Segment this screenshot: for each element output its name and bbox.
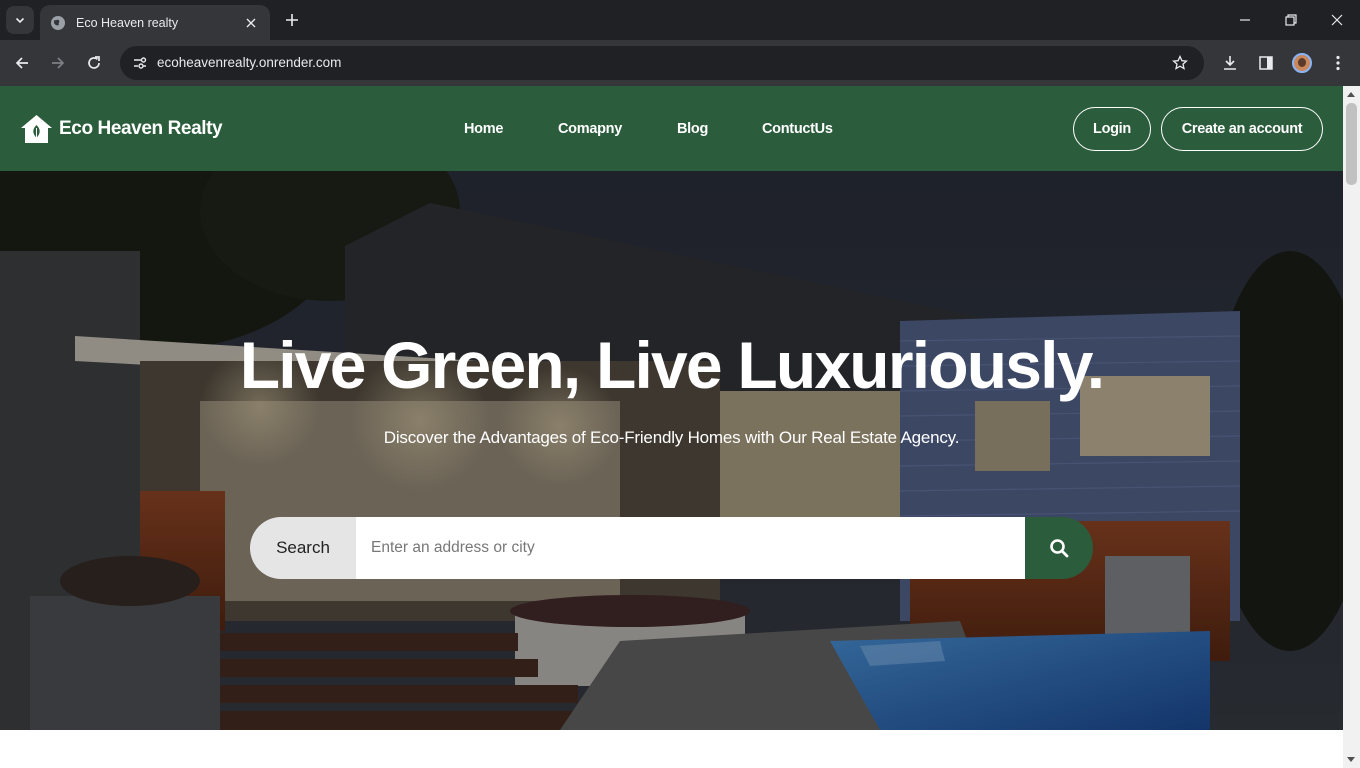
hero-section: Live Green, Live Luxuriously. Discover t… — [0, 171, 1343, 730]
create-account-button[interactable]: Create an account — [1161, 107, 1323, 151]
profile-button[interactable] — [1288, 49, 1316, 77]
minimize-icon — [1240, 19, 1250, 21]
reload-button[interactable] — [80, 49, 108, 77]
page-viewport: Eco Heaven Realty Home Comapny Blog Cont… — [0, 86, 1343, 768]
minimize-button[interactable] — [1230, 6, 1260, 34]
tab-title: Eco Heaven realty — [76, 15, 179, 30]
nav-link-company[interactable]: Comapny — [558, 121, 622, 137]
new-tab-button[interactable] — [280, 8, 304, 32]
scroll-down-arrow-icon[interactable] — [1347, 757, 1355, 762]
close-icon[interactable] — [242, 14, 260, 32]
kebab-menu-icon — [1336, 55, 1340, 71]
close-window-button[interactable] — [1322, 6, 1352, 34]
login-button[interactable]: Login — [1073, 107, 1151, 151]
scroll-thumb[interactable] — [1346, 103, 1357, 185]
search-input[interactable] — [356, 517, 1025, 579]
back-button[interactable] — [8, 49, 36, 77]
reload-icon — [88, 56, 100, 69]
site-header: Eco Heaven Realty Home Comapny Blog Cont… — [0, 86, 1343, 171]
profile-avatar — [1292, 53, 1312, 73]
plus-icon — [286, 14, 298, 26]
chevron-down-icon — [15, 17, 25, 24]
restore-button[interactable] — [1276, 6, 1306, 34]
side-panel-button[interactable] — [1252, 49, 1280, 77]
page-scrollbar[interactable] — [1343, 86, 1360, 768]
scroll-up-arrow-icon[interactable] — [1347, 92, 1355, 97]
back-arrow-icon — [15, 57, 28, 69]
star-icon[interactable] — [1170, 53, 1190, 73]
search-label: Search — [250, 517, 356, 579]
download-icon — [1224, 56, 1236, 70]
side-panel-icon — [1259, 56, 1273, 70]
browser-menu-button[interactable] — [1324, 49, 1352, 77]
tab-search-button[interactable] — [6, 6, 34, 34]
url-text: ecoheavenrealty.onrender.com — [157, 55, 342, 70]
search-icon — [1050, 539, 1069, 558]
globe-icon — [51, 15, 65, 30]
browser-tab-strip: Eco Heaven realty — [0, 0, 1360, 40]
hero-title: Live Green, Live Luxuriously. — [239, 328, 1105, 402]
forward-arrow-icon — [52, 57, 65, 69]
browser-tab[interactable]: Eco Heaven realty — [40, 5, 270, 40]
hero-subtitle: Discover the Advantages of Eco-Friendly … — [383, 428, 960, 447]
restore-icon — [1285, 14, 1297, 26]
browser-toolbar: ecoheavenrealty.onrender.com — [0, 40, 1360, 86]
search-bar: Search — [250, 517, 1093, 579]
content-section — [0, 730, 1343, 768]
nav-link-contact[interactable]: ContuctUs — [762, 121, 833, 137]
hero-overlay — [0, 171, 1343, 730]
download-button[interactable] — [1216, 49, 1244, 77]
nav-link-blog[interactable]: Blog — [677, 121, 708, 137]
close-window-icon — [1331, 14, 1343, 26]
address-bar[interactable]: ecoheavenrealty.onrender.com — [120, 46, 1204, 80]
nav-link-home[interactable]: Home — [464, 121, 503, 137]
site-info-icon[interactable] — [128, 51, 152, 75]
forward-button[interactable] — [44, 49, 72, 77]
search-button[interactable] — [1025, 517, 1093, 579]
